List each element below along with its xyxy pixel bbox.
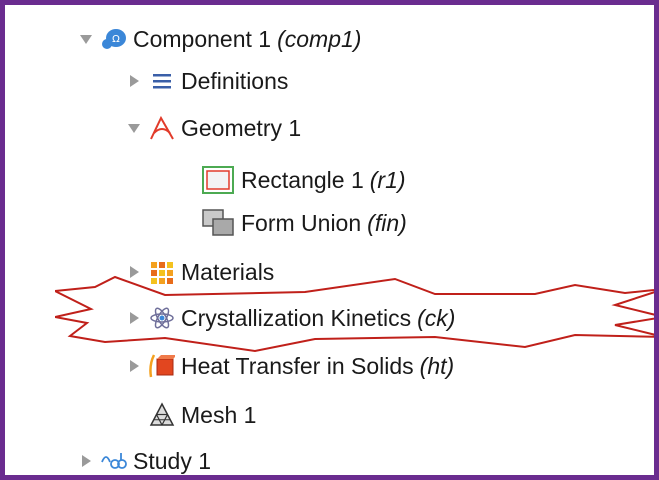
- tree-item-label: Mesh 1: [181, 401, 257, 428]
- caret-expanded-icon[interactable]: [125, 119, 143, 137]
- tree-item-rectangle[interactable]: Rectangle 1 (r1): [201, 158, 406, 202]
- tree-item-tag: (r1): [369, 166, 406, 193]
- crystallization-icon: [149, 305, 175, 331]
- tree-item-heat-transfer[interactable]: Heat Transfer in Solids (ht): [125, 344, 454, 388]
- tree-item-tag: (comp1): [277, 25, 362, 52]
- mesh-icon: [149, 402, 175, 428]
- definitions-list-icon: [149, 68, 175, 94]
- caret-collapsed-icon[interactable]: [125, 357, 143, 375]
- caret-collapsed-icon[interactable]: [125, 263, 143, 281]
- tree-item-mesh[interactable]: Mesh 1: [149, 393, 256, 437]
- tree-item-crystallization-kinetics[interactable]: Crystallization Kinetics (ck): [125, 296, 455, 340]
- svg-text:Ω: Ω: [112, 34, 120, 45]
- tree-item-geometry[interactable]: Geometry 1: [125, 106, 301, 150]
- tree-item-tag: (ht): [419, 352, 455, 379]
- geometry-icon: [149, 115, 175, 141]
- model-tree-panel: Ω Component 1 (comp1) Definitions Geomet…: [0, 0, 659, 480]
- caret-collapsed-icon[interactable]: [125, 309, 143, 327]
- tree-item-label: Geometry 1: [181, 114, 302, 141]
- tree-item-label: Rectangle 1: [241, 166, 364, 193]
- heat-transfer-icon: [149, 353, 175, 379]
- tree-item-label: Form Union: [241, 209, 362, 236]
- component-icon: Ω: [101, 26, 127, 52]
- form-union-icon: [201, 208, 235, 238]
- tree-item-label: Definitions: [181, 67, 289, 94]
- rectangle-icon: [201, 165, 235, 195]
- tree-item-label: Heat Transfer in Solids: [181, 352, 414, 379]
- caret-collapsed-icon[interactable]: [125, 72, 143, 90]
- model-tree: Ω Component 1 (comp1) Definitions Geomet…: [5, 5, 654, 475]
- study-icon: [101, 448, 127, 474]
- tree-item-study[interactable]: Study 1: [77, 439, 211, 475]
- tree-item-definitions[interactable]: Definitions: [125, 59, 288, 103]
- tree-item-label: Study 1: [133, 447, 211, 474]
- tree-item-label: Component 1: [133, 25, 272, 52]
- tree-item-tag: (ck): [417, 304, 456, 331]
- tree-item-label: Materials: [181, 258, 275, 285]
- tree-item-label: Crystallization Kinetics: [181, 304, 412, 331]
- materials-icon: [149, 259, 175, 285]
- tree-item-form-union[interactable]: Form Union (fin): [201, 201, 407, 245]
- caret-expanded-icon[interactable]: [77, 30, 95, 48]
- tree-item-materials[interactable]: Materials: [125, 250, 274, 294]
- tree-item-tag: (fin): [367, 209, 407, 236]
- tree-item-component[interactable]: Ω Component 1 (comp1): [77, 17, 361, 61]
- caret-collapsed-icon[interactable]: [77, 452, 95, 470]
